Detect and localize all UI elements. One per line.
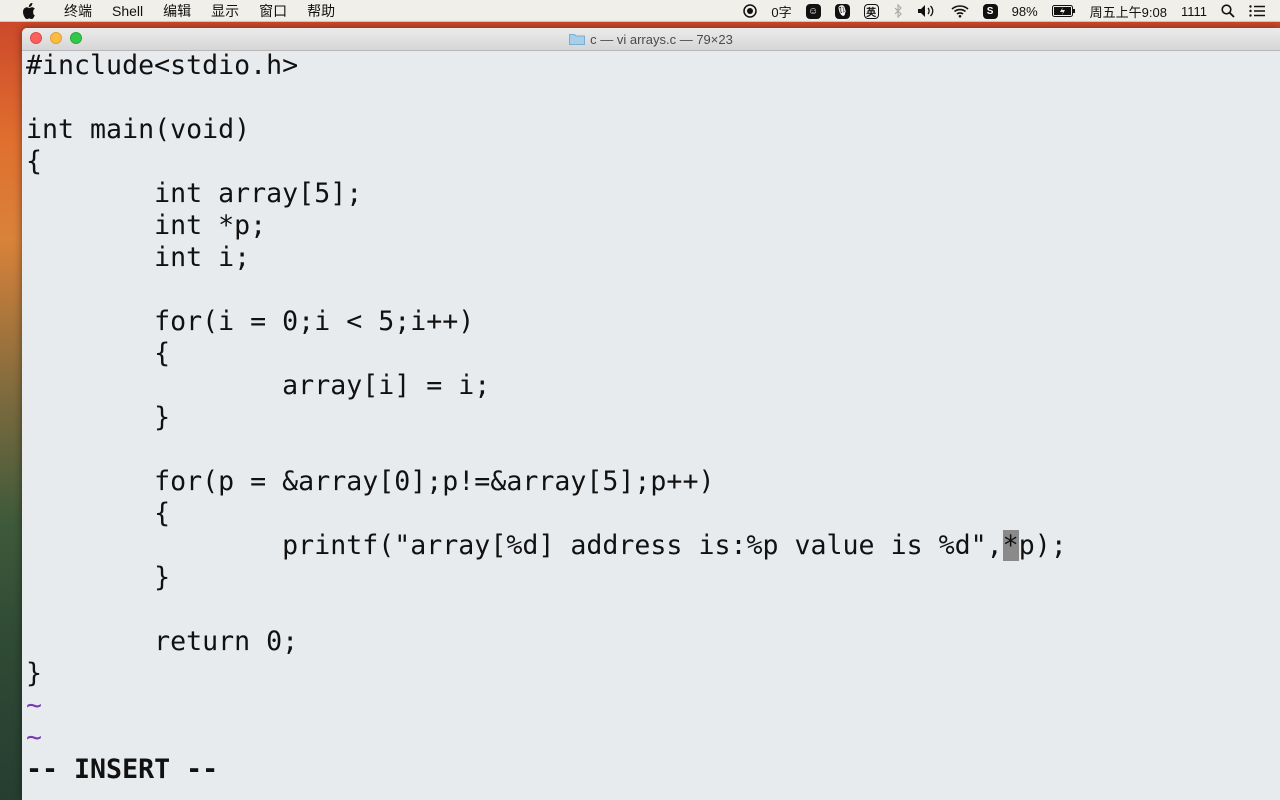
minimize-button[interactable] [50,32,62,44]
text-cursor: * [1002,530,1019,561]
char-count[interactable]: 0字 [764,2,798,21]
window-controls [30,32,82,44]
code-line: } [26,402,171,433]
code-line: #include<stdio.h> [26,50,299,81]
menu-help[interactable]: 帮助 [297,1,345,21]
code-line: return 0; [26,626,299,657]
code-line: { [26,338,171,369]
window-title-group: c — vi arrays.c — 79×23 [569,32,733,47]
terminal-window: c — vi arrays.c — 79×23 #include<stdio.h… [22,28,1280,800]
code-line: { [26,146,43,177]
menu-terminal[interactable]: 终端 [54,1,102,21]
code-text: printf("array[%d] address is:%p value is… [26,530,1003,561]
code-line-with-cursor: printf("array[%d] address is:%p value is… [26,530,1280,562]
menu-edit[interactable]: 编辑 [153,1,201,21]
emoji-icon[interactable]: ☺ [799,3,828,19]
status-area: 0字 ☺ 🎙 英 S 98% 周五上午9:08 1111 [736,0,1280,22]
input-method-indicator[interactable]: 英 [857,3,886,19]
zoom-button[interactable] [70,32,82,44]
menu-bar: 终端 Shell 编辑 显示 窗口 帮助 0字 ☺ 🎙 英 S 98% 周五上午… [0,0,1280,22]
microphone-icon[interactable]: 🎙 [828,3,857,19]
code-line: int i; [26,242,251,273]
notification-list-icon[interactable] [1242,5,1272,17]
mode-indicator: -- INSERT -- [26,754,219,785]
apple-logo-icon[interactable] [20,2,38,19]
sogou-s-icon[interactable]: S [976,3,1005,19]
spotlight-search-icon[interactable] [1214,4,1242,18]
menu-window[interactable]: 窗口 [249,1,297,21]
code-line: } [26,658,43,689]
code-line: for(i = 0;i < 5;i++) [26,306,475,337]
close-button[interactable] [30,32,42,44]
folder-icon [569,34,586,45]
menu-shell[interactable]: Shell [102,3,153,19]
record-icon[interactable] [736,4,764,18]
battery-percent: 98% [1011,3,1038,19]
code-line: int *p; [26,210,267,241]
code-line: { [26,498,171,529]
code-text: p); [1018,530,1067,561]
window-title: c — vi arrays.c — 79×23 [590,31,733,47]
empty-line-tilde: ~ [26,722,43,753]
title-bar[interactable]: c — vi arrays.c — 79×23 [22,28,1280,51]
code-line: int array[5]; [26,178,363,209]
empty-line-tilde: ~ [26,690,43,721]
vi-editor[interactable]: #include<stdio.h> int main(void) { int a… [26,50,1280,800]
bluetooth-icon[interactable] [886,4,910,18]
menu-view[interactable]: 显示 [201,1,249,21]
code-line: int main(void) [26,114,251,145]
user-name[interactable]: 1111 [1174,4,1214,19]
code-line: } [26,562,171,593]
battery-charging-icon[interactable] [1045,5,1083,17]
code-line: for(p = &array[0];p!=&array[5];p++) [26,466,715,497]
code-line: array[i] = i; [26,370,491,401]
wifi-icon[interactable] [944,4,976,18]
clock[interactable]: 周五上午9:08 [1083,2,1174,21]
volume-icon[interactable] [910,4,944,18]
